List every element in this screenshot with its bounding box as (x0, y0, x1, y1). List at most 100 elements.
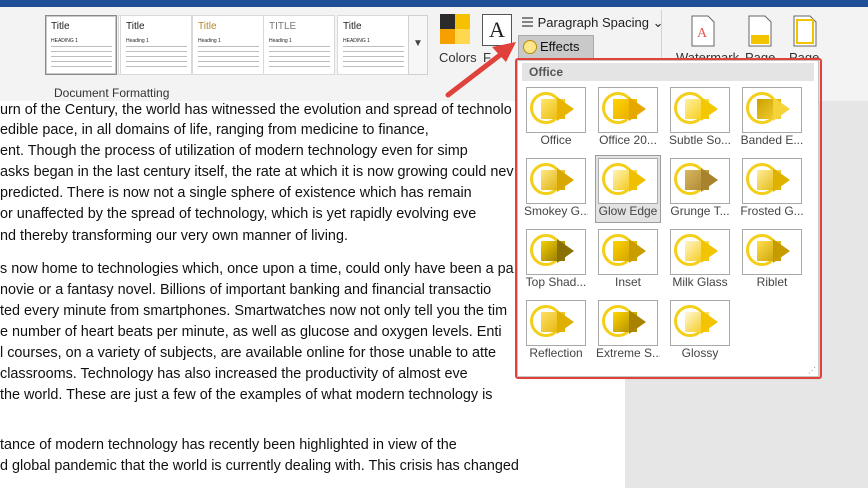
paragraph-spacing-icon (522, 17, 533, 27)
effect-preview-icon (670, 229, 730, 275)
effect-option-label: Riblet (756, 275, 788, 289)
effect-preview-icon (526, 300, 586, 346)
effect-preview-icon (598, 158, 658, 204)
effect-preview-icon (742, 229, 802, 275)
colors-swatch-icon[interactable] (440, 14, 470, 44)
svg-text:A: A (697, 26, 708, 41)
style-thumb-title: Title (198, 21, 217, 32)
style-thumb-heading: Heading 1 (269, 38, 292, 44)
effect-option-riblet[interactable]: Riblet (740, 227, 804, 293)
effects-label: Effects (540, 39, 580, 54)
style-thumb-body-lines (343, 46, 404, 68)
style-set-thumbnail[interactable]: Title HEADING 1 (337, 15, 409, 75)
paragraph-spacing-label: Paragraph Spacing (537, 15, 649, 30)
effect-option-grunge[interactable]: Grunge T... (668, 156, 732, 222)
effect-preview-icon (598, 229, 658, 275)
effect-option-label: Banded E... (740, 133, 804, 147)
doc-line: ted every minute from smartphones. Smart… (0, 303, 508, 319)
doc-line: s now home to technologies which, once u… (0, 261, 514, 277)
effect-option-label: Glow Edge (598, 204, 658, 218)
effect-preview-icon (598, 300, 658, 346)
style-thumb-heading: HEADING 1 (343, 38, 370, 44)
effects-icon (523, 40, 537, 54)
page-borders-icon[interactable] (792, 15, 818, 47)
effect-option-office2013[interactable]: Office 20... (596, 85, 660, 151)
effect-preview-icon (670, 158, 730, 204)
effect-preview-icon (526, 229, 586, 275)
effect-preview-icon (742, 87, 802, 133)
effect-option-label: Grunge T... (670, 204, 730, 218)
effect-option-inset[interactable]: Inset (596, 227, 660, 293)
page-color-icon[interactable] (747, 15, 773, 47)
style-set-thumbnail[interactable]: Title Heading 1 (120, 15, 192, 75)
effect-option-banded[interactable]: Banded E... (740, 85, 804, 151)
doc-line: the world. These are just a few of the e… (0, 387, 493, 403)
doc-line: novie or a fantasy novel. Billions of im… (0, 282, 492, 298)
doc-line: nd thereby transforming our very own man… (0, 228, 348, 244)
effect-preview-icon (742, 158, 802, 204)
doc-line: predicted. There is now not a single sph… (0, 185, 472, 201)
style-thumb-body-lines (51, 46, 112, 68)
watermark-icon[interactable]: A (690, 15, 716, 47)
effect-option-glow[interactable]: Glow Edge (596, 156, 660, 222)
effects-menu-header-label: Office (529, 65, 564, 79)
effect-option-reflection[interactable]: Reflection (524, 298, 588, 364)
style-thumb-body-lines (126, 46, 187, 68)
effects-menu-header: Office (522, 63, 814, 81)
style-thumb-heading: Heading 1 (126, 38, 149, 44)
effect-preview-icon (598, 87, 658, 133)
effect-option-label: Office (540, 133, 572, 147)
effect-option-label: Smokey G... (524, 204, 588, 218)
effect-option-milk[interactable]: Milk Glass (668, 227, 732, 293)
effects-dropdown-menu: Office Office Office 20... Subtle So... Ban… (517, 60, 819, 377)
style-thumb-body-lines (269, 46, 330, 68)
document-formatting-group-label: Document Formatting (54, 86, 170, 100)
effect-option-label: Inset (614, 275, 641, 289)
effect-option-label: Milk Glass (672, 275, 728, 289)
effect-option-label: Glossy (681, 346, 719, 360)
doc-line: e number of heart beats per minute, as w… (0, 324, 502, 340)
style-set-thumbnail[interactable]: Title HEADING 1 (45, 15, 117, 75)
effect-option-label: Frosted G... (740, 204, 804, 218)
doc-line: edible pace, in all domains of life, ran… (0, 122, 429, 138)
effect-option-label: Reflection (529, 346, 583, 360)
doc-line: l courses, on a variety of subjects, are… (0, 345, 496, 361)
resize-grip-icon[interactable]: ⋰ (808, 366, 816, 375)
paragraph-spacing-button[interactable]: Paragraph Spacing ⌄ (520, 15, 663, 31)
style-thumb-heading: HEADING 1 (51, 38, 78, 44)
effect-option-glossy[interactable]: Glossy (668, 298, 732, 364)
style-gallery-more-button[interactable]: ▼ (408, 15, 428, 75)
style-thumb-heading: Heading 1 (198, 38, 221, 44)
doc-line: tance of modern technology has recently … (0, 437, 457, 453)
doc-line: d global pandemic that the world is curr… (0, 458, 519, 474)
style-thumb-title: Title (126, 21, 145, 32)
style-thumb-title: Title (343, 21, 362, 32)
fonts-button-label[interactable]: F (483, 50, 491, 65)
style-set-thumbnail[interactable]: TITLE Heading 1 (263, 15, 335, 75)
effect-option-label: Extreme S... (596, 346, 660, 360)
doc-line: ent. Though the process of utilization o… (0, 143, 468, 159)
effect-preview-icon (526, 158, 586, 204)
colors-button-label[interactable]: Colors (439, 50, 477, 65)
effects-button[interactable]: Effects ⌄ (518, 35, 594, 69)
effect-option-label: Top Shad... (525, 275, 587, 289)
title-bar-strip (0, 0, 868, 7)
effect-option-smokey[interactable]: Smokey G... (524, 156, 588, 222)
chevron-down-icon: ▼ (413, 38, 423, 49)
style-thumb-title: TITLE (269, 21, 297, 32)
effect-option-label: Subtle So... (668, 133, 732, 147)
effect-option-extreme[interactable]: Extreme S... (596, 298, 660, 364)
effect-option-subtle[interactable]: Subtle So... (668, 85, 732, 151)
effect-option-frosted[interactable]: Frosted G... (740, 156, 804, 222)
fonts-icon[interactable]: A (482, 14, 512, 46)
doc-line: or unaffected by the spread of technolog… (0, 206, 477, 222)
style-thumb-title: Title (51, 21, 70, 32)
effect-option-office[interactable]: Office (524, 85, 588, 151)
effect-preview-icon (670, 300, 730, 346)
effect-preview-icon (526, 87, 586, 133)
effect-option-label: Office 20... (599, 133, 657, 147)
doc-line: urn of the Century, the world has witnes… (0, 102, 512, 118)
effect-option-topshadow[interactable]: Top Shad... (524, 227, 588, 293)
effect-preview-icon (670, 87, 730, 133)
style-set-thumbnail[interactable]: Title Heading 1 (192, 15, 264, 75)
